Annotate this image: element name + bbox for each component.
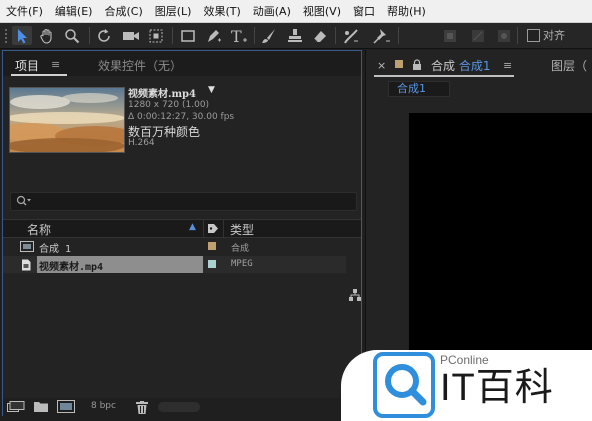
footage-thumbnail — [9, 87, 125, 153]
thumbnail-slider[interactable] — [158, 402, 200, 412]
menu-bar: 文件(F) 编辑(E) 合成(C) 图层(L) 效果(T) 动画(A) 视图(V… — [0, 0, 592, 23]
view-axis-icon[interactable] — [494, 26, 514, 45]
column-divider[interactable] — [203, 220, 204, 237]
comp-color-swatch — [395, 60, 403, 68]
roto-brush-tool-icon[interactable] — [341, 26, 361, 45]
pan-behind-tool-icon[interactable] — [146, 26, 166, 45]
tools-toolbar: T — [0, 23, 592, 49]
local-axis-icon[interactable] — [440, 26, 460, 45]
tab-layer[interactable]: 图层（ — [551, 57, 587, 74]
magnifier-logo-icon — [373, 352, 435, 421]
project-footer: 8 bpc — [3, 398, 361, 416]
selection-tool-icon[interactable] — [12, 26, 32, 45]
panel-menu-icon[interactable]: ≡ — [51, 58, 60, 71]
menu-edit[interactable]: 编辑(E) — [49, 3, 99, 19]
world-axis-icon[interactable] — [468, 26, 488, 45]
close-tab-icon[interactable]: × — [377, 59, 386, 72]
usage-dropdown-icon[interactable]: ▼ — [208, 85, 215, 95]
item-name: 视频素材.mp4 — [39, 262, 104, 273]
column-type[interactable]: 类型 — [230, 221, 254, 238]
item-name: 合成 1 — [39, 244, 72, 255]
toolbar-grip[interactable] — [4, 26, 10, 45]
toolbar-divider — [89, 27, 90, 44]
project-search-input[interactable] — [10, 192, 357, 211]
project-item-footage[interactable]: 视频素材.mp4 MPEG — [3, 256, 346, 273]
label-tag-icon[interactable] — [207, 223, 219, 237]
sort-ascending-icon[interactable]: ▲ — [189, 222, 196, 232]
menu-window[interactable]: 窗口 — [347, 3, 381, 19]
footage-codec: H.264 — [128, 138, 155, 148]
camera-tool-icon[interactable] — [121, 26, 141, 45]
tab-composition-prefix: 合成 — [431, 59, 456, 73]
item-label-swatch[interactable] — [208, 242, 216, 250]
snap-label: 对齐 — [543, 29, 565, 42]
menu-layer[interactable]: 图层(L) — [149, 3, 198, 19]
toolbar-divider — [254, 27, 255, 44]
toolbar-divider — [517, 27, 518, 44]
tab-composition[interactable]: 合成 合成1 — [431, 57, 490, 74]
project-item-comp[interactable]: 合成 1 合成 — [3, 238, 346, 255]
brush-tool-icon[interactable] — [259, 26, 279, 45]
tab-project[interactable]: 项目 — [15, 57, 39, 74]
footage-duration: Δ 0:00:12:27, 30.00 fps — [128, 112, 235, 122]
new-composition-icon[interactable] — [57, 400, 75, 416]
item-label-swatch[interactable] — [208, 260, 216, 268]
menu-composition[interactable]: 合成(C) — [98, 3, 148, 19]
item-type: MPEG — [231, 259, 253, 269]
active-tab-indicator — [11, 74, 67, 76]
new-folder-icon[interactable] — [34, 401, 48, 415]
puppet-pin-tool-icon[interactable] — [372, 26, 392, 45]
interpret-footage-icon[interactable] — [7, 401, 25, 416]
project-tabbar: 项目 ≡ 效果控件（无） — [3, 51, 361, 76]
search-icon — [16, 195, 32, 210]
menu-view[interactable]: 视图(V) — [297, 3, 347, 19]
lock-icon[interactable] — [412, 59, 422, 74]
watermark-brand: PConline — [440, 353, 489, 367]
tab-composition-name: 合成1 — [458, 59, 491, 73]
item-type: 合成 — [231, 244, 250, 254]
panel-menu-icon[interactable]: ≡ — [503, 59, 512, 72]
svg-text:T: T — [231, 28, 242, 44]
eraser-tool-icon[interactable] — [310, 26, 330, 45]
rectangle-tool-icon[interactable] — [178, 26, 198, 45]
footage-resolution: 1280 x 720 (1.00) — [128, 100, 210, 110]
composition-icon — [20, 241, 34, 255]
menu-animation[interactable]: 动画(A) — [247, 3, 297, 19]
toolbar-divider — [172, 27, 173, 44]
menu-file[interactable]: 文件(F) — [0, 3, 49, 19]
active-tab-indicator — [374, 75, 514, 77]
project-column-header: 名称 ▲ 类型 — [3, 219, 361, 238]
column-name[interactable]: 名称 — [27, 221, 51, 238]
footage-filename: 视频素材.mp4 — [128, 89, 197, 100]
toolbar-divider — [398, 27, 399, 44]
rotate-tool-icon[interactable] — [94, 26, 114, 45]
menu-help[interactable]: 帮助(H) — [381, 3, 432, 19]
zoom-tool-icon[interactable] — [62, 26, 82, 45]
column-divider[interactable] — [223, 220, 224, 237]
trash-icon[interactable] — [136, 401, 148, 417]
menu-effect[interactable]: 效果(T) — [197, 3, 246, 19]
text-tool-icon[interactable]: T — [229, 26, 249, 45]
pen-tool-icon[interactable] — [204, 26, 224, 45]
toolbar-divider — [335, 27, 336, 44]
flowchart-icon[interactable] — [349, 289, 361, 304]
bit-depth-button[interactable]: 8 bpc — [91, 401, 116, 411]
composition-navigator-chip[interactable]: 合成1 — [388, 81, 450, 97]
watermark-title: IT百科 — [440, 367, 554, 409]
hand-tool-icon[interactable] — [37, 26, 57, 45]
project-panel: 项目 ≡ 效果控件（无） 视频素材.mp4 ▼ 1280 x 720 (1.00… — [2, 50, 362, 416]
snap-checkbox[interactable] — [527, 29, 540, 42]
tab-effect-controls[interactable]: 效果控件（无） — [98, 57, 182, 74]
clone-stamp-tool-icon[interactable] — [285, 26, 305, 45]
file-icon — [20, 259, 32, 274]
